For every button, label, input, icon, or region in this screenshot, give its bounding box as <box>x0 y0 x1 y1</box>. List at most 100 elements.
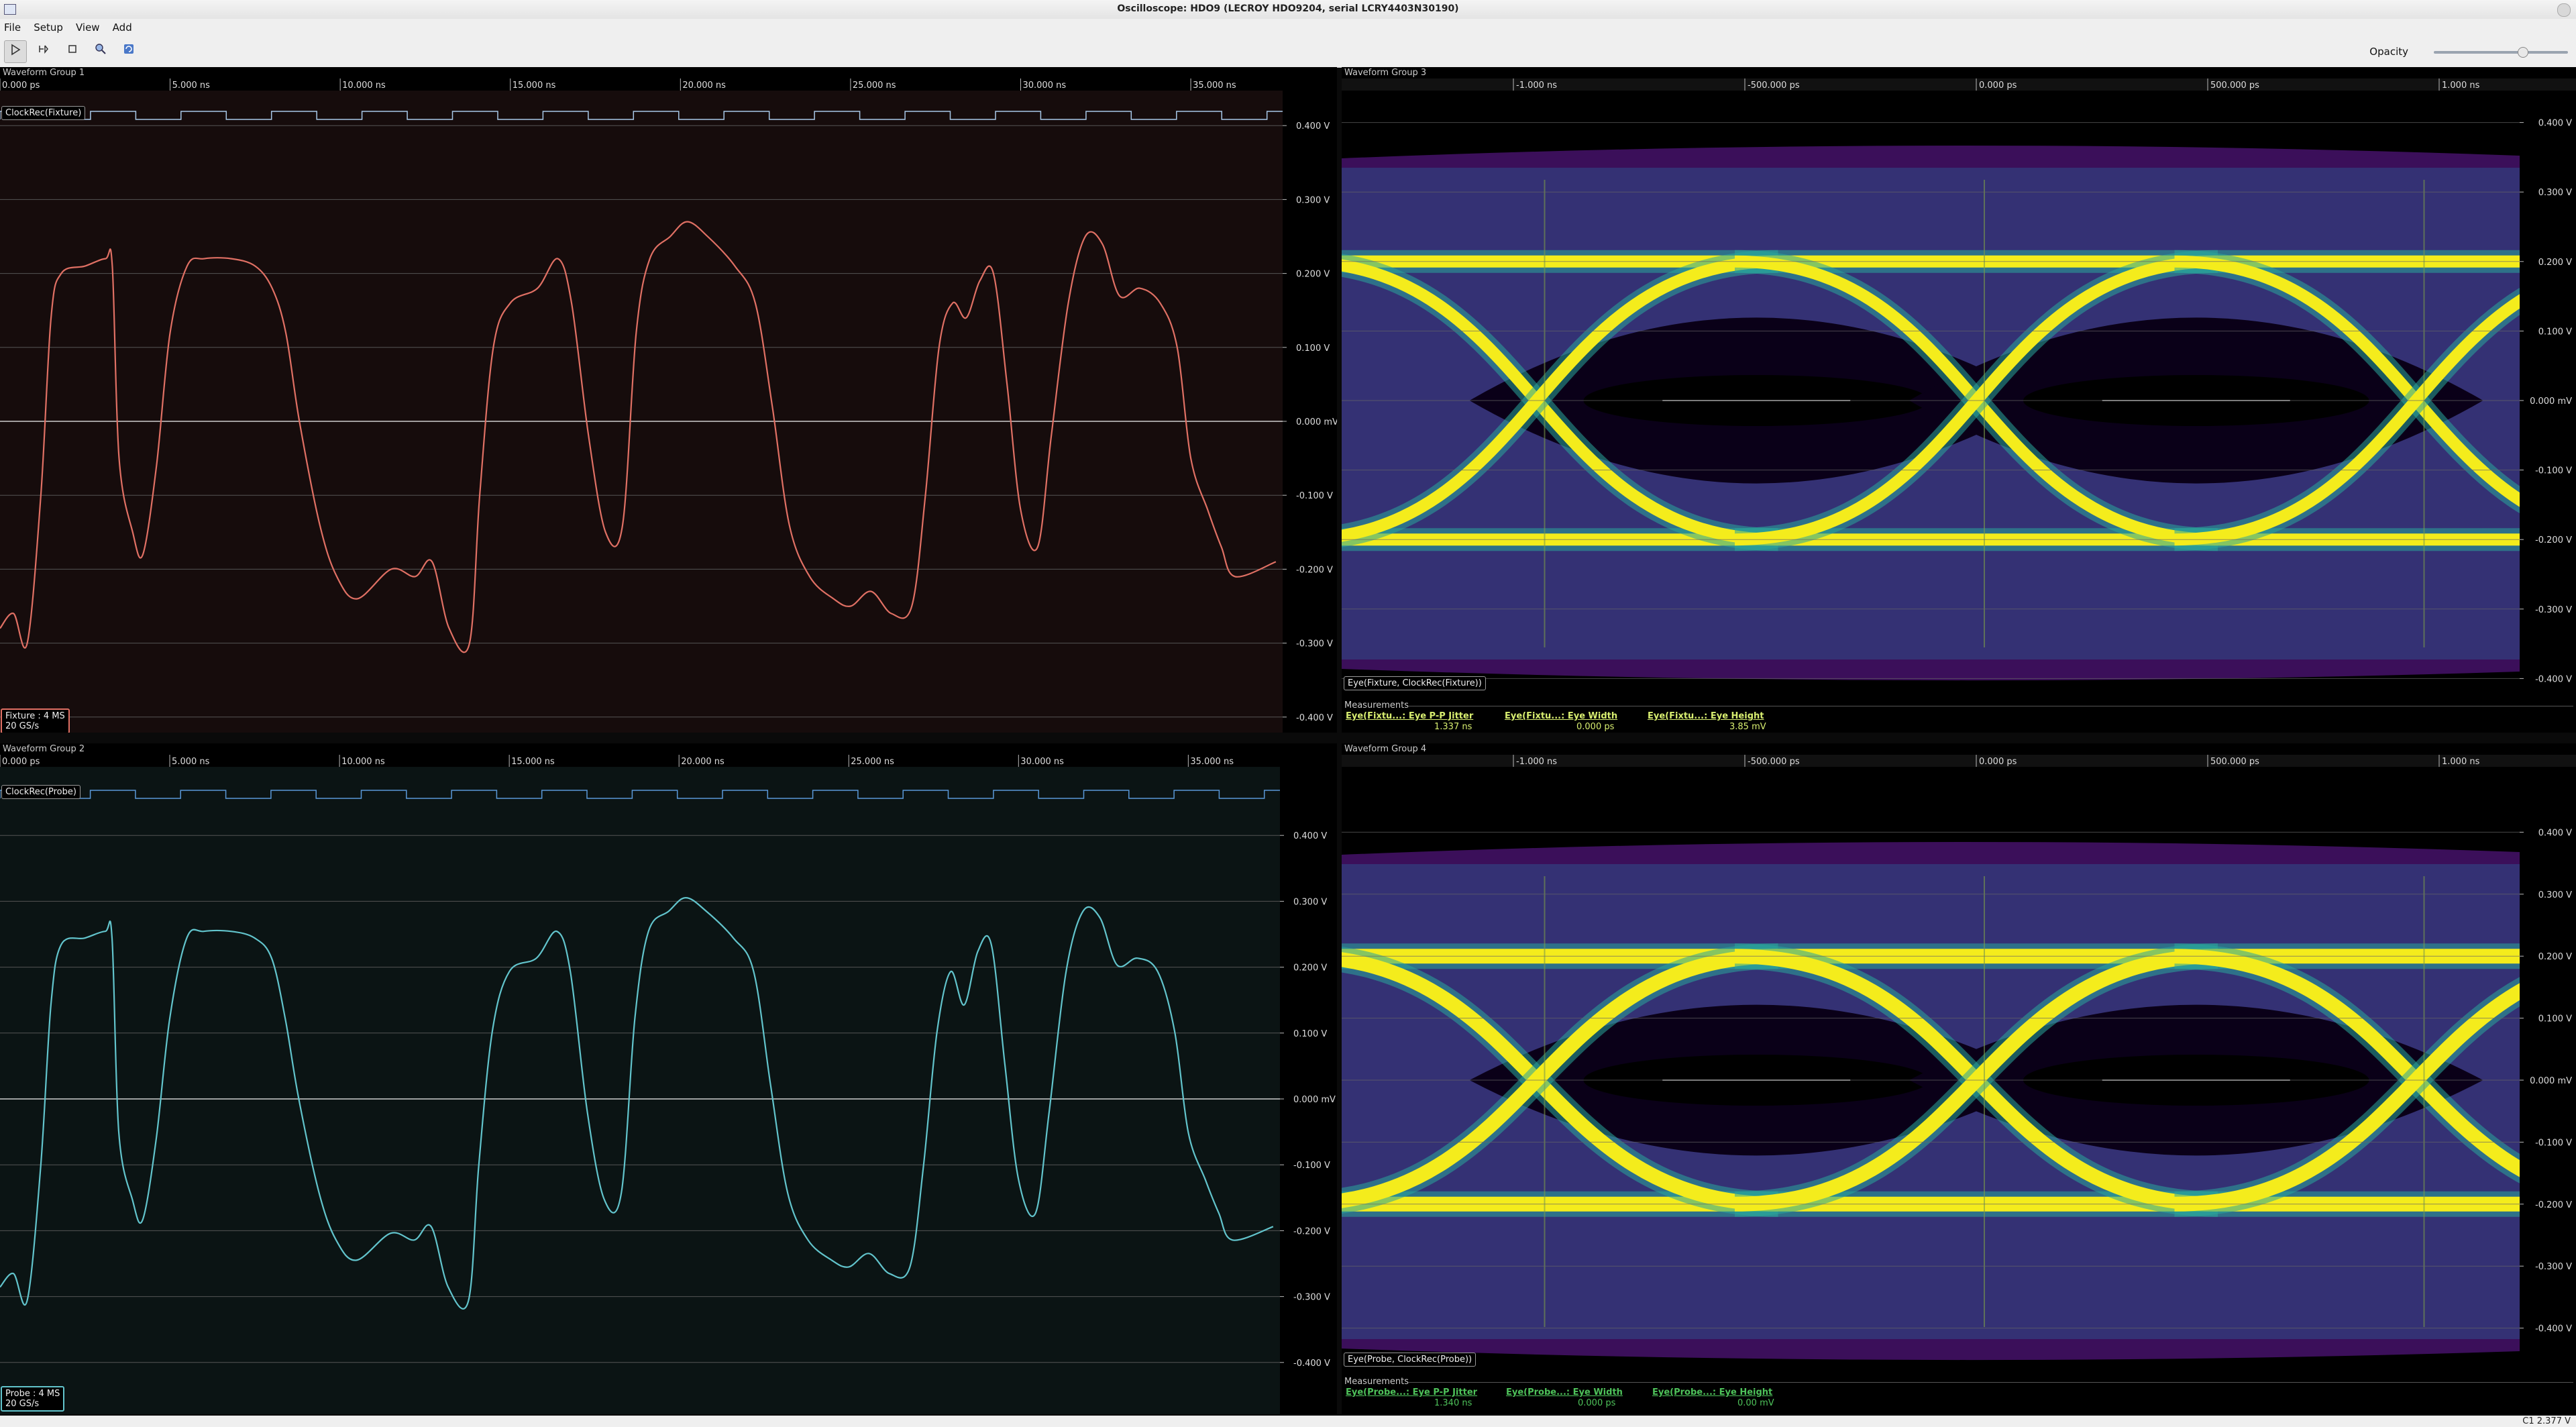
voltage-tick-label: 0.000 mV <box>2530 397 2572 407</box>
eye-diagram[interactable]: -1.000 ns -500.000 ps 0.000 ps 500.000 ps 1.… <box>1342 743 2576 1414</box>
voltage-tick-label: 0.400 V <box>2538 828 2572 838</box>
time-tick-label: 1.000 ns <box>2442 81 2480 91</box>
channel-badge[interactable]: Probe : 4 MS 20 GS/s <box>1 1386 65 1412</box>
opacity-slider[interactable] <box>2434 47 2568 58</box>
time-tick-label: 0.000 ps <box>1979 757 2017 767</box>
waveform-group-1[interactable]: Waveform Group 1 0.000 ps 5.000 ns 10.000 … <box>0 67 1337 733</box>
eye-diagram[interactable]: -1.000 ns -500.000 ps 0.000 ps 500.000 ps 1.… <box>1342 67 2576 733</box>
status-bar: C1 2.377 V <box>0 1416 2576 1427</box>
channel-name: Fixture : 4 MS <box>5 711 65 721</box>
measurement-height-value: 3.85 mV <box>1729 722 1766 732</box>
time-tick-label: 10.000 ns <box>341 757 385 767</box>
voltage-tick-label: 0.300 V <box>2538 890 2572 900</box>
measurement-width-name[interactable]: Eye(Fixtu...: Eye Width <box>1505 711 1617 721</box>
single-trigger-button[interactable] <box>34 40 55 62</box>
channel-rate: 20 GS/s <box>5 721 40 731</box>
time-tick-label: 20.000 ns <box>681 757 724 767</box>
measurement-jitter-name[interactable]: Eye(Probe...: Eye P-P Jitter <box>1346 1387 1477 1397</box>
cursor-readout: C1 2.377 V <box>2522 1416 2571 1426</box>
play-icon <box>11 44 21 56</box>
window-titlebar: Oscilloscope: HDO9 (LECROY HDO9204, seri… <box>0 0 2576 19</box>
measurement-jitter-name[interactable]: Eye(Fixtu...: Eye P-P Jitter <box>1346 711 1473 721</box>
channel-badge[interactable]: Fixture : 4 MS 20 GS/s <box>1 708 70 733</box>
clock-recovery-label[interactable]: ClockRec(Fixture) <box>1 106 86 120</box>
signal-trace <box>0 221 1277 653</box>
stop-button[interactable] <box>62 40 83 62</box>
close-window-button[interactable] <box>2557 3 2571 17</box>
toolbar: Opacity <box>0 36 2576 68</box>
voltage-tick-label: 0.300 V <box>2538 188 2572 198</box>
voltage-tick-label: 0.100 V <box>2538 1014 2572 1024</box>
voltage-tick-label: -0.100 V <box>1293 1161 1330 1171</box>
waveform-group-2[interactable]: Waveform Group 2 0.000 ps 5.000 ns 10.000 … <box>0 743 1337 1414</box>
waveform-group-4[interactable]: Waveform Group 4 -1.000 ns -500.000 ps 0.0… <box>1342 743 2576 1414</box>
time-tick-label: 500.000 ps <box>2210 757 2259 767</box>
voltage-tick-label: -0.300 V <box>2535 1262 2572 1272</box>
measurement-height-name[interactable]: Eye(Probe...: Eye Height <box>1652 1387 1772 1397</box>
time-tick-label: 30.000 ns <box>1020 757 1064 767</box>
opacity-label: Opacity <box>2369 46 2408 58</box>
window-title: Oscilloscope: HDO9 (LECROY HDO9204, seri… <box>1117 3 1459 14</box>
voltage-tick-label: 0.200 V <box>1296 270 1330 280</box>
voltage-tick-label: 0.200 V <box>1293 963 1327 973</box>
voltage-tick-label: -0.200 V <box>1293 1226 1330 1236</box>
measurement-width-value: 0.000 ps <box>1578 1398 1616 1408</box>
voltage-tick-label: -0.400 V <box>2535 1324 2572 1334</box>
eye-label[interactable]: Eye(Probe, ClockRec(Probe)) <box>1344 1353 1477 1367</box>
stop-icon <box>68 45 76 53</box>
measurement-height-value: 0.00 mV <box>1737 1398 1774 1408</box>
menu-setup[interactable]: Setup <box>30 19 68 34</box>
measurements-header: Measurements <box>1344 700 1409 710</box>
voltage-tick-label: 0.400 V <box>1293 831 1327 841</box>
measurements-divider <box>1409 1382 2573 1383</box>
menu-view[interactable]: View <box>72 19 105 34</box>
voltage-tick-label: 0.100 V <box>1293 1029 1327 1039</box>
time-tick-label: -1.000 ns <box>1516 81 1557 91</box>
voltage-tick-label: -0.300 V <box>2535 605 2572 615</box>
time-tick-label: 5.000 ns <box>172 81 211 91</box>
time-tick-label: 15.000 ns <box>513 81 556 91</box>
time-tick-label: 20.000 ns <box>682 81 726 91</box>
channel-name: Probe : 4 MS <box>5 1389 60 1399</box>
clock-recovery-trace <box>0 111 1337 120</box>
time-tick-label: 10.000 ns <box>342 81 386 91</box>
waveform-plot[interactable]: 0.000 ps 5.000 ns 10.000 ns 15.000 ns 20.000… <box>0 67 1337 733</box>
time-tick-label: -500.000 ps <box>1748 757 1800 767</box>
voltage-tick-label: 0.200 V <box>2538 258 2572 268</box>
clock-recovery-trace <box>0 790 1337 799</box>
menu-add[interactable]: Add <box>109 19 138 34</box>
voltage-axis <box>2520 91 2576 733</box>
single-shot-icon <box>39 45 48 54</box>
eye-label[interactable]: Eye(Fixture, ClockRec(Fixture)) <box>1344 676 1486 690</box>
waveform-plot[interactable]: 0.000 ps 5.000 ns 10.000 ns 15.000 ns 20.000… <box>0 743 1337 1414</box>
voltage-tick-label: 0.200 V <box>2538 952 2572 962</box>
measurement-width-value: 0.000 ps <box>1576 722 1615 732</box>
time-tick-label: 0.000 ps <box>2 81 40 91</box>
measurement-width-name[interactable]: Eye(Probe...: Eye Width <box>1506 1387 1623 1397</box>
voltage-tick-label: -0.400 V <box>1296 713 1333 723</box>
menu-file[interactable]: File <box>0 19 26 34</box>
measurement-height-name[interactable]: Eye(Fixtu...: Eye Height <box>1648 711 1764 721</box>
voltage-tick-label: -0.100 V <box>2535 466 2572 476</box>
measurement-jitter-value: 1.340 ns <box>1434 1398 1472 1408</box>
voltage-tick-label: 0.400 V <box>2538 119 2572 129</box>
voltage-tick-label: 0.100 V <box>2538 327 2572 337</box>
waveform-group-3[interactable]: Waveform Group 3 -1.000 ns -500.000 ps 0.0… <box>1342 67 2576 733</box>
time-tick-label: 500.000 ps <box>2210 81 2259 91</box>
measurements-header: Measurements <box>1344 1377 1409 1387</box>
opacity-slider-thumb[interactable] <box>2518 47 2528 58</box>
run-button[interactable] <box>4 40 27 63</box>
time-tick-label: 25.000 ns <box>851 757 894 767</box>
clock-recovery-label[interactable]: ClockRec(Probe) <box>1 785 80 799</box>
measurement-jitter-value: 1.337 ns <box>1434 722 1472 732</box>
voltage-tick-label: -0.200 V <box>2535 1200 2572 1210</box>
refresh-button[interactable] <box>118 40 140 62</box>
voltage-tick-label: -0.100 V <box>1296 491 1333 501</box>
zoom-button[interactable] <box>90 40 111 62</box>
voltage-tick-label: -0.400 V <box>2535 674 2572 684</box>
time-tick-label: 35.000 ns <box>1193 81 1236 91</box>
time-tick-label: 35.000 ns <box>1190 757 1234 767</box>
menu-bar: File Setup View Add <box>0 19 2576 36</box>
voltage-tick-label: 0.000 mV <box>1296 417 1337 427</box>
time-tick-label: 1.000 ns <box>2442 757 2480 767</box>
